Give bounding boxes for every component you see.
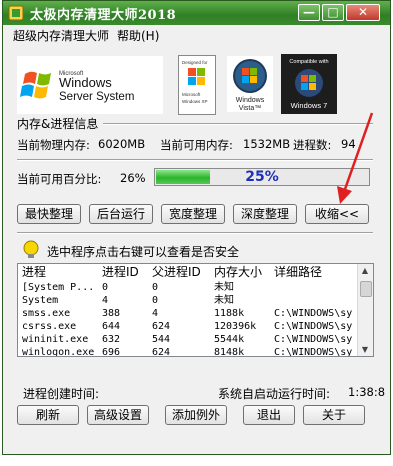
annotation-arrow-head — [337, 186, 352, 204]
annotation-arrow-line — [342, 112, 374, 193]
annotation-arrow — [337, 112, 374, 204]
